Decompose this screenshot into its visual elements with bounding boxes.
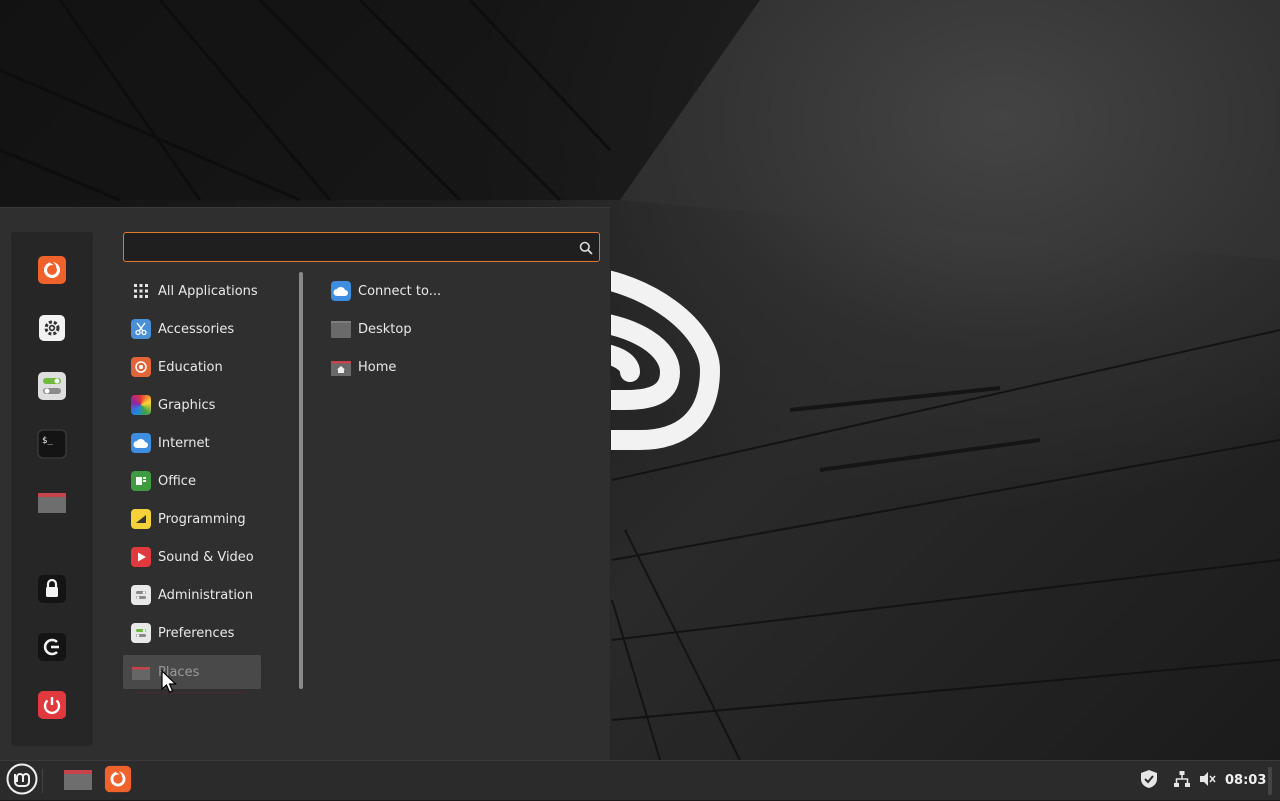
lock-screen-button[interactable] (36, 575, 68, 607)
update-manager-tray[interactable] (1137, 761, 1161, 801)
folder-icon (37, 489, 67, 519)
desktop-folder-icon (331, 319, 351, 339)
category-label: Education (158, 359, 223, 375)
category-preferences[interactable]: Preferences (123, 616, 261, 650)
mint-logo-icon (6, 763, 38, 799)
favorite-terminal[interactable]: $_ (36, 429, 68, 463)
category-label: Internet (158, 435, 210, 451)
category-sound-video[interactable]: Sound & Video (123, 540, 261, 574)
grid-icon (131, 281, 151, 301)
favorite-files[interactable] (36, 488, 68, 520)
programming-icon (131, 509, 151, 529)
place-label: Home (358, 359, 397, 375)
place-connect-to[interactable]: Connect to... (323, 274, 543, 308)
network-tray[interactable] (1170, 761, 1194, 801)
next-category-partial (135, 692, 245, 694)
category-label: Administration (158, 587, 254, 603)
folder-icon (63, 766, 93, 796)
network-icon (1173, 770, 1191, 792)
category-scrollbar[interactable] (299, 272, 303, 689)
panel-launcher-firefox[interactable] (100, 761, 136, 801)
office-icon (131, 471, 151, 491)
category-all-applications[interactable]: All Applications (123, 274, 261, 308)
category-places[interactable]: Places (123, 655, 261, 689)
volume-tray[interactable] (1196, 761, 1220, 801)
places-list: Connect to... Desktop Home (323, 274, 603, 694)
category-label: Office (158, 473, 196, 489)
volume-muted-icon (1199, 771, 1217, 791)
home-folder-icon (331, 357, 351, 377)
svg-text:$_: $_ (42, 436, 53, 446)
shield-icon (1140, 769, 1158, 793)
log-out-button[interactable] (36, 633, 68, 665)
gear-icon (38, 314, 66, 346)
graphics-icon (131, 395, 151, 415)
mouse-cursor-icon (160, 669, 180, 698)
firefox-icon (37, 255, 67, 289)
preferences-icon (131, 623, 151, 643)
lock-icon (37, 574, 67, 608)
search-box[interactable] (123, 232, 600, 262)
category-accessories[interactable]: Accessories (123, 312, 261, 346)
play-icon (131, 547, 151, 567)
application-menu: $_ All Applications Accessories Educatio… (0, 207, 611, 760)
cloud-icon (331, 281, 351, 301)
category-label: Sound & Video (158, 549, 254, 565)
terminal-icon: $_ (37, 429, 67, 463)
category-label: All Applications (158, 283, 258, 299)
category-label: Preferences (158, 625, 235, 641)
admin-icon (131, 585, 151, 605)
toggles-icon (37, 371, 67, 405)
category-label: Programming (158, 511, 246, 527)
panel-separator (42, 769, 43, 793)
category-programming[interactable]: Programming (123, 502, 261, 536)
place-desktop[interactable]: Desktop (323, 312, 543, 346)
bottom-panel: 08:03 (0, 760, 1280, 800)
favorite-control-center[interactable] (36, 372, 68, 404)
category-office[interactable]: Office (123, 464, 261, 498)
place-label: Desktop (358, 321, 412, 337)
clock[interactable]: 08:03 (1225, 761, 1266, 801)
place-label: Connect to... (358, 283, 442, 299)
category-education[interactable]: Education (123, 350, 261, 384)
logout-icon (37, 632, 67, 666)
folder-icon (131, 662, 151, 682)
category-graphics[interactable]: Graphics (123, 388, 261, 422)
favorite-firefox[interactable] (36, 256, 68, 288)
panel-launcher-files[interactable] (60, 761, 96, 801)
search-input[interactable] (130, 236, 574, 260)
cloud-icon (131, 433, 151, 453)
power-icon (37, 690, 67, 724)
favorite-system-settings[interactable] (36, 314, 68, 346)
category-label: Graphics (158, 397, 216, 413)
education-icon (131, 357, 151, 377)
scissors-icon (131, 319, 151, 339)
show-desktop-button[interactable] (1268, 767, 1272, 795)
category-internet[interactable]: Internet (123, 426, 261, 460)
search-icon (579, 240, 593, 259)
category-administration[interactable]: Administration (123, 578, 261, 612)
category-label: Accessories (158, 321, 235, 337)
favorites-sidebar: $_ (11, 232, 93, 746)
firefox-icon (104, 765, 132, 797)
quit-button[interactable] (36, 691, 68, 723)
category-list: All Applications Accessories Education G… (123, 274, 293, 694)
place-home[interactable]: Home (323, 350, 543, 384)
menu-button[interactable] (4, 761, 40, 801)
